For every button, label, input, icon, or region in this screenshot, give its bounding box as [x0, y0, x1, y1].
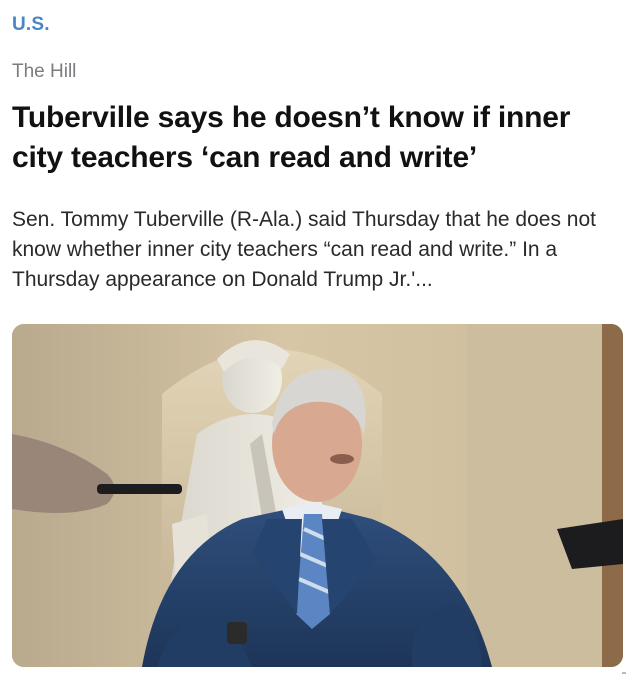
article-photo[interactable] [12, 324, 623, 667]
article-summary: Sen. Tommy Tuberville (R-Ala.) said Thur… [12, 208, 597, 291]
source-name: The Hill [12, 61, 77, 82]
section-label[interactable]: U.S. [12, 14, 50, 36]
bottom-indicator [622, 672, 626, 674]
news-card[interactable]: U.S. The Hill Tuberville says he doesn’t… [0, 0, 633, 680]
photo-illustration [12, 324, 623, 667]
headline[interactable]: Tuberville says he doesn’t know if inner… [12, 98, 622, 178]
